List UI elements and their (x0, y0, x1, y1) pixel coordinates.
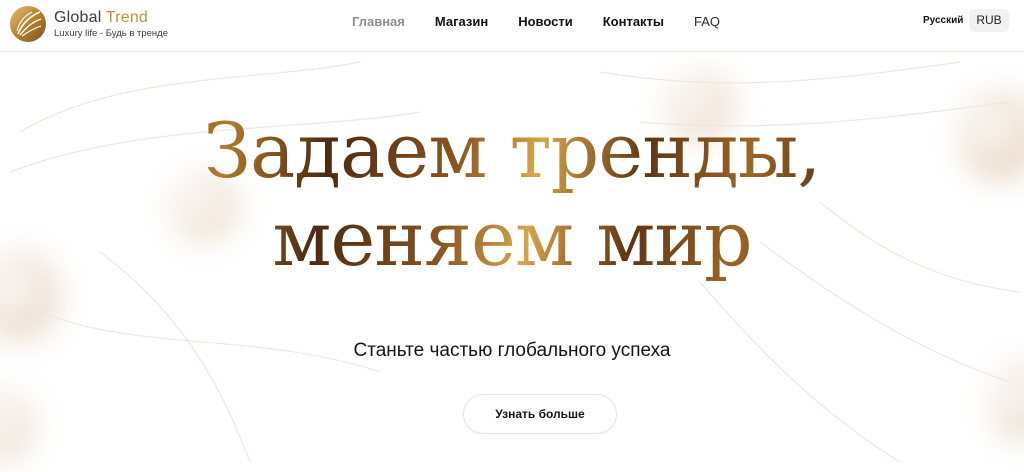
hero-section: Задаем тренды, меняем мир Станьте частью… (0, 52, 1024, 472)
hero-headline: Задаем тренды, меняем мир (0, 107, 1024, 283)
logo-title-trend: Trend (105, 8, 149, 26)
logo-leaf-icon (10, 6, 46, 42)
logo-title: Global Trend (54, 9, 168, 27)
site-header: Global Trend Luxury life - Будь в тренде… (0, 0, 1024, 52)
nav-item-faq[interactable]: FAQ (694, 13, 720, 31)
language-selector[interactable]: Русский (923, 14, 963, 28)
hero-headline-line1: Задаем тренды, (203, 106, 821, 195)
logo-title-global: Global (54, 8, 102, 26)
learn-more-button[interactable]: Узнать больше (463, 394, 617, 434)
nav-item-news[interactable]: Новости (518, 13, 573, 31)
logo[interactable]: Global Trend Luxury life - Будь в тренде (8, 4, 168, 44)
hero-subtitle: Станьте частью глобального успеха (353, 340, 671, 361)
currency-selector[interactable]: RUB (969, 9, 1009, 32)
main-nav: Главная Магазин Новости Контакты FAQ (352, 13, 750, 31)
nav-item-contacts[interactable]: Контакты (603, 13, 664, 31)
logo-tagline: Luxury life - Будь в тренде (54, 27, 169, 39)
nav-item-home[interactable]: Главная (352, 13, 405, 31)
hero-headline-line2: меняем мир (272, 194, 752, 283)
nav-item-shop[interactable]: Магазин (435, 13, 488, 31)
